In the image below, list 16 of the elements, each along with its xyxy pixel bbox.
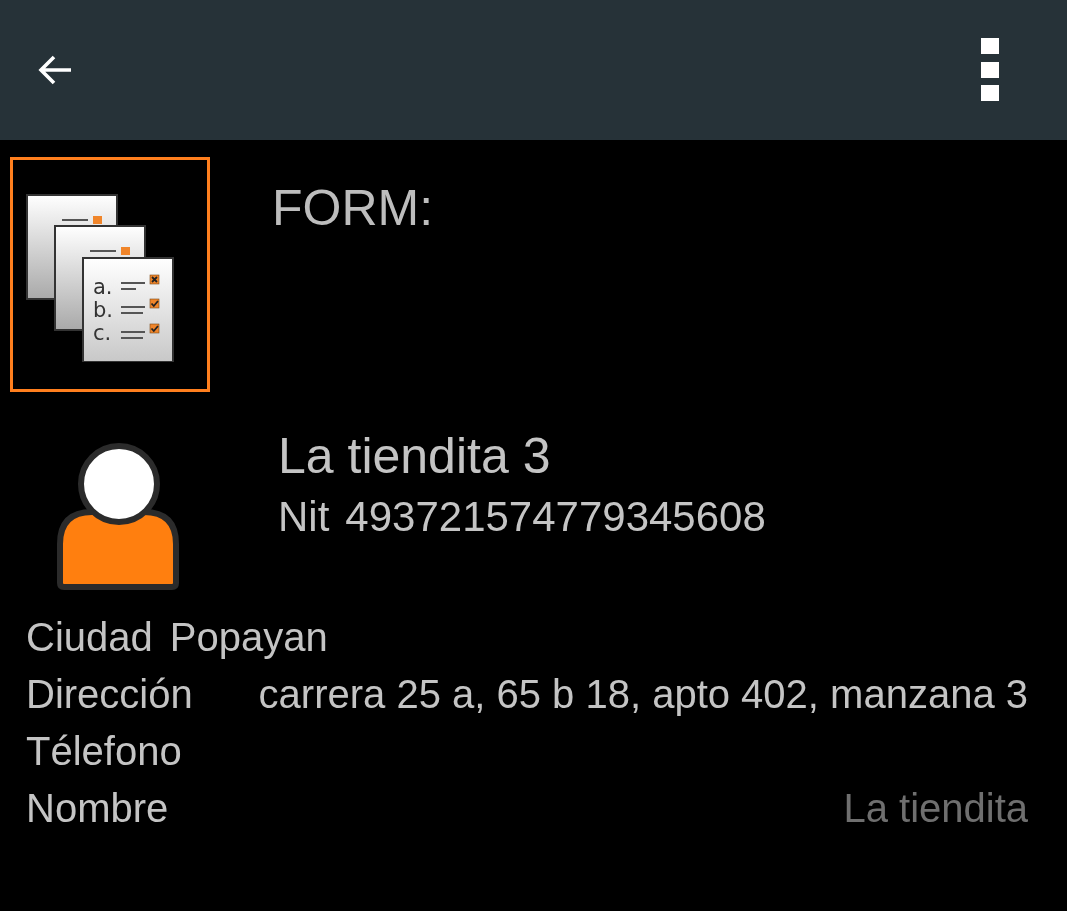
form-image-button[interactable]: a. b. c. [10, 157, 210, 392]
back-button[interactable] [38, 55, 72, 85]
more-vertical-icon [980, 38, 1000, 102]
id-label: Nit [278, 492, 330, 542]
detail-label: Ciudad [26, 614, 153, 661]
form-title: FORM: [272, 180, 434, 237]
name-field[interactable]: La tiendita [188, 780, 1028, 837]
detail-label: Télefono [26, 728, 182, 775]
detail-value: carrera 25 a, 65 b 18, apto 402, manzana 3 [258, 671, 1028, 718]
detail-label: Nombre [26, 785, 169, 832]
id-value: 493721574779345608 [345, 492, 766, 542]
client-name: La tiendita 3 [278, 427, 552, 486]
more-options-button[interactable] [980, 38, 1000, 102]
back-arrow-icon [38, 55, 72, 85]
detail-value: Popayan [169, 614, 328, 661]
detail-label: Dirección [26, 671, 193, 718]
